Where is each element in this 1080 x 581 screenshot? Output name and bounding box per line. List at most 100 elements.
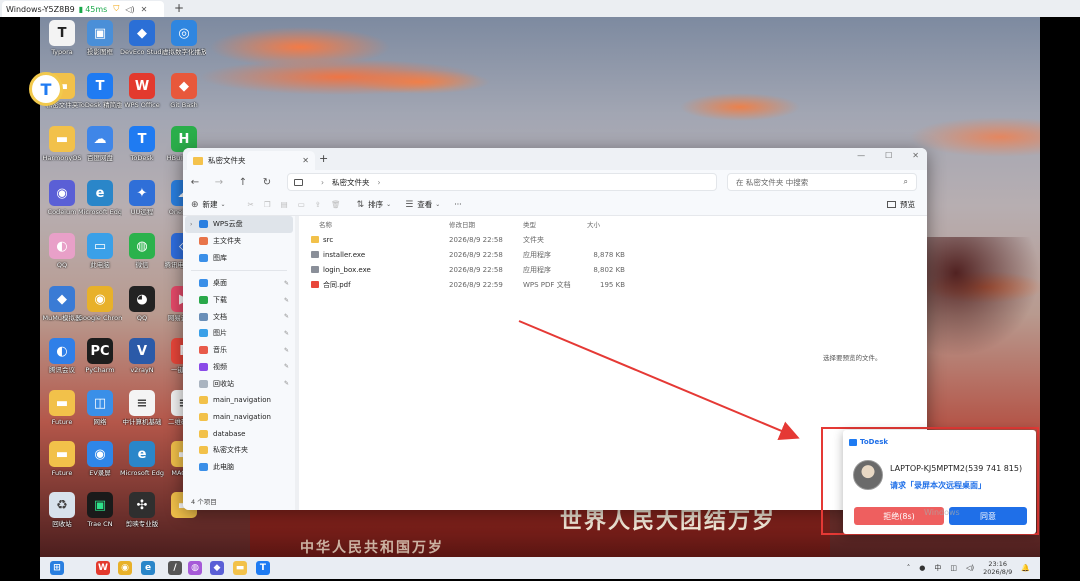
ime-indicator[interactable]: 中	[934, 563, 941, 573]
network-icon[interactable]: ◫	[950, 564, 957, 572]
desktop-icon[interactable]: ◉ Google Chrome	[78, 286, 122, 322]
file-row[interactable]: 合同.pdf 2026/8/9 22:59 WPS PDF 文档 195 KB	[303, 277, 927, 292]
nav-item[interactable]: 主文件夹	[183, 233, 295, 250]
nav-scrollbar[interactable]	[295, 216, 299, 510]
desktop-icon[interactable]: ◐ 腾讯会议	[42, 338, 82, 374]
chevron-up-icon[interactable]: ˄	[907, 564, 911, 572]
new-tab-button[interactable]: +	[319, 152, 328, 165]
nav-item[interactable]: 文档 ✎	[183, 308, 295, 325]
column-header-date[interactable]: 修改日期	[449, 219, 475, 229]
taskbar-start-icon[interactable]: ⊞	[50, 561, 64, 575]
file-row[interactable]: src 2026/8/9 22:58 文件夹	[303, 232, 927, 247]
pin-icon[interactable]: ✎	[284, 297, 289, 304]
desktop-icon[interactable]: e Microsoft Edge	[120, 441, 164, 477]
chevron-right-icon[interactable]: ›	[321, 178, 324, 187]
taskbar-explorer-icon[interactable]: ▬	[233, 561, 247, 575]
new-button[interactable]: ⊕ 新建 ⌄	[191, 199, 230, 210]
sort-button[interactable]: ⇅ 排序 ⌄	[357, 199, 396, 210]
address-bar[interactable]: › 私密文件夹 ›	[287, 173, 717, 191]
remote-session-tab[interactable]: Windows-Y5Z8B9 ▮ 45ms ⛉ ◁) ✕	[2, 1, 164, 17]
desktop-icon[interactable]: ▭ 此电脑	[80, 233, 120, 269]
taskbar-wps-icon[interactable]: W	[96, 561, 110, 575]
search-input[interactable]: 在 私密文件夹 中搜索 ⌕	[727, 173, 917, 191]
tray-app-icon[interactable]: ●	[919, 564, 925, 572]
forward-icon[interactable]: →	[207, 177, 231, 188]
desktop-icon[interactable]: ◎ 虚拟数字化播放器	[162, 20, 206, 56]
nav-item[interactable]: 此电脑	[183, 459, 295, 476]
pin-icon[interactable]: ✎	[284, 313, 289, 320]
explorer-tab[interactable]: 私密文件夹 ✕	[187, 151, 315, 170]
more-button[interactable]: ···	[454, 200, 461, 209]
nav-item[interactable]: 图库	[183, 249, 295, 266]
nav-item[interactable]: 私密文件夹	[183, 442, 295, 459]
desktop-icon[interactable]: ≡ 中计算机基础	[122, 390, 162, 426]
desktop-icon[interactable]: ☁ 百度网盘	[80, 126, 120, 162]
file-row[interactable]: login_box.exe 2026/8/9 22:58 应用程序 8,802 KB	[303, 262, 927, 277]
desktop-icon[interactable]: ✦ UU远程	[122, 180, 162, 216]
desktop-icon[interactable]: ▣ Trae CN	[80, 492, 120, 528]
column-header-type[interactable]: 类型	[523, 219, 536, 229]
preview-button[interactable]: 预览	[887, 199, 915, 210]
desktop-icon[interactable]: ▬ Future	[42, 441, 82, 477]
close-tab-icon[interactable]: ✕	[141, 5, 148, 14]
taskbar-copilot-icon[interactable]: ◍	[188, 561, 202, 575]
taskbar-store-icon[interactable]: ◆	[210, 561, 224, 575]
pin-icon[interactable]: ✎	[284, 330, 289, 337]
taskbar-pen-icon[interactable]: /	[168, 561, 182, 575]
desktop-icon[interactable]: ♻ 回收站	[42, 492, 82, 528]
desktop-icon[interactable]: PC PyCharm	[80, 338, 120, 374]
nav-item[interactable]: 图片 ✎	[183, 325, 295, 342]
desktop-icon[interactable]: ◆ Git Bash	[164, 73, 204, 109]
view-button[interactable]: ☰ 查看 ⌄	[405, 199, 444, 210]
nav-item[interactable]: main_navigation	[183, 392, 295, 409]
shield-icon[interactable]: ⛉	[113, 4, 119, 14]
desktop-icon[interactable]: ✣ 剪映专业版	[122, 492, 162, 528]
pin-icon[interactable]: ✎	[284, 347, 289, 354]
up-icon[interactable]: ↑	[231, 177, 255, 188]
paste-icon[interactable]: ▤	[281, 200, 288, 209]
volume-icon[interactable]: ◁)	[125, 5, 134, 14]
desktop-icon[interactable]: ◫ 网络	[80, 390, 120, 426]
desktop-icon[interactable]: ◉ EV录屏	[80, 441, 120, 477]
nav-item[interactable]: › WPS云盘	[185, 216, 293, 233]
column-header-name[interactable]: 名称	[319, 219, 332, 229]
rename-icon[interactable]: ▭	[298, 200, 305, 209]
clock[interactable]: 23:16 2026/8/9	[983, 560, 1012, 576]
volume-icon[interactable]: ◁)	[966, 564, 974, 572]
back-icon[interactable]: ←	[183, 177, 207, 188]
desktop-icon[interactable]: ◆ DevEco Studio	[120, 20, 164, 56]
column-header-size[interactable]: 大小	[587, 219, 600, 229]
desktop-icon[interactable]: W WPS Office	[122, 73, 162, 109]
accept-button[interactable]: 同意	[949, 507, 1027, 525]
file-row[interactable]: installer.exe 2026/8/9 22:58 应用程序 8,878 KB	[303, 247, 927, 262]
nav-item[interactable]: 桌面 ✎	[183, 275, 295, 292]
copy-icon[interactable]: ❐	[264, 200, 271, 209]
desktop-icon[interactable]: ◐ QQ	[42, 233, 82, 269]
desktop-icon[interactable]: T ToDesk 精简版	[78, 73, 122, 109]
pin-icon[interactable]: ✎	[284, 363, 289, 370]
taskbar-edge-icon[interactable]: e	[141, 561, 155, 575]
pin-icon[interactable]: ✎	[284, 380, 289, 387]
close-window-button[interactable]: ✕	[912, 151, 919, 160]
expand-chevron-icon[interactable]: ›	[190, 221, 192, 228]
desktop-icon[interactable]: ▬ Future	[42, 390, 82, 426]
notification-bell-icon[interactable]: 🔔	[1021, 564, 1030, 572]
close-tab-icon[interactable]: ✕	[302, 156, 309, 165]
pin-icon[interactable]: ✎	[284, 280, 289, 287]
desktop-icon[interactable]: ◆ MuMu模拟器	[42, 286, 82, 322]
breadcrumb-folder[interactable]: 私密文件夹	[332, 177, 370, 188]
new-session-button[interactable]: +	[174, 1, 184, 15]
chevron-right-icon[interactable]: ›	[378, 178, 381, 187]
refresh-icon[interactable]: ↻	[255, 177, 279, 188]
maximize-button[interactable]: ☐	[885, 151, 892, 160]
nav-item[interactable]: 视频 ✎	[183, 359, 295, 376]
share-icon[interactable]: ⇪	[315, 200, 321, 209]
taskbar-todesk-icon[interactable]: T	[256, 561, 270, 575]
desktop-icon[interactable]: e Microsoft Edge	[78, 180, 122, 216]
desktop-icon[interactable]: ◍ 微信	[122, 233, 162, 269]
desktop-icon[interactable]: T ToDesk	[122, 126, 162, 162]
nav-item[interactable]: database	[183, 425, 295, 442]
taskbar-chrome-icon[interactable]: ◉	[118, 561, 132, 575]
desktop-icon[interactable]: ▬ HarmonyOS	[42, 126, 82, 162]
desktop-icon[interactable]: T Typora	[42, 20, 82, 56]
